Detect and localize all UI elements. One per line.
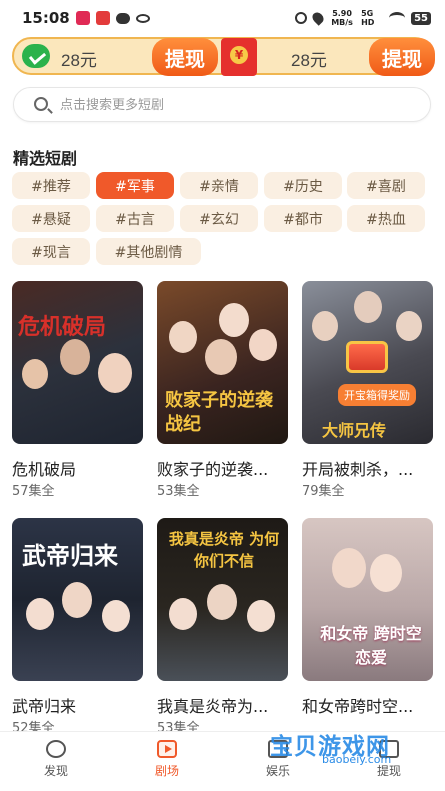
drama-poster[interactable]: 和女帝 跨时空恋爱 [302,518,433,681]
drama-card[interactable]: 开宝箱得奖励 大师兄传 开局被刺杀，... 79集全 [302,281,433,499]
tag-ancient-romance[interactable]: #古言 [96,205,174,232]
poster-figure [370,554,402,592]
poster-figure [205,339,237,375]
battery-indicator: 55 [411,11,431,25]
app-notification-icon-2 [95,11,110,25]
poster-title: 大师兄传 [322,421,387,440]
network-speed: 5.90 MB/s [331,9,353,27]
tag-action[interactable]: #热血 [347,205,425,232]
section-title: 精选短剧 [13,149,78,168]
tag-fantasy[interactable]: #玄幻 [180,205,258,232]
drama-title[interactable]: 我真是炎帝为... [157,693,297,717]
tag-other[interactable]: #其他剧情 [96,238,201,265]
poster-figure [247,600,275,632]
tag-history[interactable]: #历史 [264,172,342,199]
drama-poster[interactable]: 我真是炎帝 为何你们不信 [157,518,288,681]
poster-figure [207,584,237,620]
poster-figure [169,598,197,630]
poster-title: 危机破局 [18,314,107,340]
treasure-chest-icon[interactable] [346,341,388,373]
drama-title[interactable]: 败家子的逆袭... [157,456,297,480]
reward-bar: 28元 提现 ¥ 28元 提现 [12,37,435,76]
drama-episodes: 53集全 [157,484,200,499]
drama-card[interactable]: 败家子的逆袭战纪 败家子的逆袭... 53集全 [157,281,288,499]
wifi-icon [389,12,406,24]
signal-indicator: 5G HD [361,9,375,27]
search-bar[interactable] [13,87,431,122]
poster-figure [102,600,130,632]
location-icon [310,10,326,26]
poster-figure [249,329,277,361]
poster-title: 我真是炎帝 为何你们不信 [168,530,280,570]
watermark-url: baobeiy.com [322,753,392,766]
drama-episodes: 57集全 [12,484,55,499]
theater-icon [157,740,177,758]
drama-poster[interactable]: 败家子的逆袭战纪 [157,281,288,444]
search-input[interactable] [60,95,400,115]
tag-comedy[interactable]: #喜剧 [347,172,425,199]
redpacket-balance: 28元 [291,51,327,70]
poster-figure [219,303,249,337]
poster-figure [332,548,366,588]
tag-suspense[interactable]: #悬疑 [12,205,90,232]
wechat-icon [22,44,50,68]
nav-discover[interactable]: 发现 [26,740,86,779]
tag-urban[interactable]: #都市 [264,205,342,232]
drama-episodes: 79集全 [302,484,345,499]
search-icon [34,97,48,111]
poster-figure [60,339,90,375]
drama-title[interactable]: 和女帝跨时空... [302,693,442,717]
alarm-icon [295,12,308,24]
drama-title[interactable]: 危机破局 [12,456,152,480]
eye-icon [135,13,150,23]
wechat-withdraw-button[interactable]: 提现 [152,38,218,76]
status-time: 15:08 [22,9,70,27]
drama-card[interactable]: 危机破局 危机破局 57集全 [12,281,143,499]
drama-title[interactable]: 开局被刺杀，... [302,456,442,480]
chest-reward-badge[interactable]: 开宝箱得奖励 [338,384,416,406]
poster-title: 败家子的逆袭战纪 [165,390,273,435]
tag-recommend[interactable]: #推荐 [12,172,90,199]
poster-figure [169,321,197,353]
nav-label: 发现 [43,764,68,778]
poster-figure [98,353,132,393]
poster-figure [26,598,54,630]
red-packet-icon: ¥ [221,38,257,76]
tag-military[interactable]: #军事 [96,172,174,199]
drama-card[interactable]: 和女帝 跨时空恋爱 和女帝跨时空... [302,518,433,716]
nav-label: 剧场 [154,764,179,778]
poster-figure [62,582,92,618]
tag-modern-romance[interactable]: #现言 [12,238,90,265]
drama-poster[interactable]: 武帝归来 [12,518,143,681]
drama-title[interactable]: 武帝归来 [12,693,152,717]
poster-title: 武帝归来 [22,541,118,570]
poster-figure [22,359,48,389]
wechat-balance: 28元 [61,51,97,70]
poster-title: 和女帝 跨时空恋爱 [320,624,422,667]
app-notification-icon [75,11,90,25]
drama-poster[interactable]: 开宝箱得奖励 大师兄传 [302,281,433,444]
drama-card[interactable]: 武帝归来 武帝归来 52集全 [12,518,143,736]
poster-figure [312,311,338,341]
message-icon [115,12,130,24]
drama-poster[interactable]: 危机破局 [12,281,143,444]
nav-label: 娱乐 [265,764,290,778]
redpacket-withdraw-button[interactable]: 提现 [369,38,435,76]
discover-icon [46,740,66,758]
tag-family[interactable]: #亲情 [180,172,258,199]
nav-theater[interactable]: 剧场 [137,740,197,779]
yuan-coin-icon: ¥ [230,46,248,64]
drama-card[interactable]: 我真是炎帝 为何你们不信 我真是炎帝为... 53集全 [157,518,288,736]
status-bar: 15:08 5.90 MB/s 5G HD 55 [0,0,445,36]
poster-figure [396,311,422,341]
poster-figure [354,291,382,323]
